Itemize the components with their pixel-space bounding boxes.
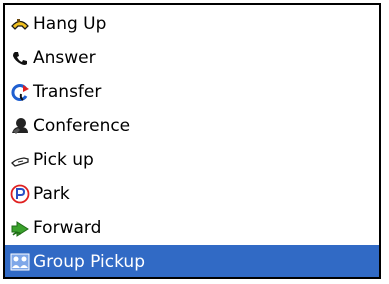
- answer-icon: [8, 46, 32, 70]
- menu-item-transfer[interactable]: Transfer: [5, 75, 379, 109]
- menu-item-label: Hang Up: [33, 13, 107, 34]
- menu-item-label: Pick up: [33, 149, 94, 170]
- menu-item-answer[interactable]: Answer: [5, 41, 379, 75]
- menu-item-pick-up[interactable]: Pick up: [5, 143, 379, 177]
- menu-item-label: Forward: [33, 217, 102, 238]
- menu-item-group-pickup[interactable]: Group Pickup: [5, 245, 379, 277]
- menu-item-label: Park: [33, 183, 70, 204]
- menu-item-park[interactable]: Park: [5, 177, 379, 211]
- menu-item-hang-up[interactable]: Hang Up: [5, 7, 379, 41]
- group-pickup-icon: [8, 250, 32, 274]
- transfer-icon: [8, 80, 32, 104]
- menu-item-label: Answer: [33, 47, 96, 68]
- menu-item-forward[interactable]: Forward: [5, 211, 379, 245]
- park-icon: [8, 182, 32, 206]
- menu-item-conference[interactable]: Conference: [5, 109, 379, 143]
- menu-item-label: Group Pickup: [33, 251, 145, 272]
- forward-icon: [8, 216, 32, 240]
- menu-item-label: Transfer: [33, 81, 102, 102]
- menu-item-label: Conference: [33, 115, 131, 136]
- call-actions-menu: Hang Up Answer Transfer Conference Pick …: [3, 3, 381, 279]
- conference-icon: [8, 114, 32, 138]
- pick-up-icon: [8, 148, 32, 172]
- hang-up-icon: [8, 12, 32, 36]
